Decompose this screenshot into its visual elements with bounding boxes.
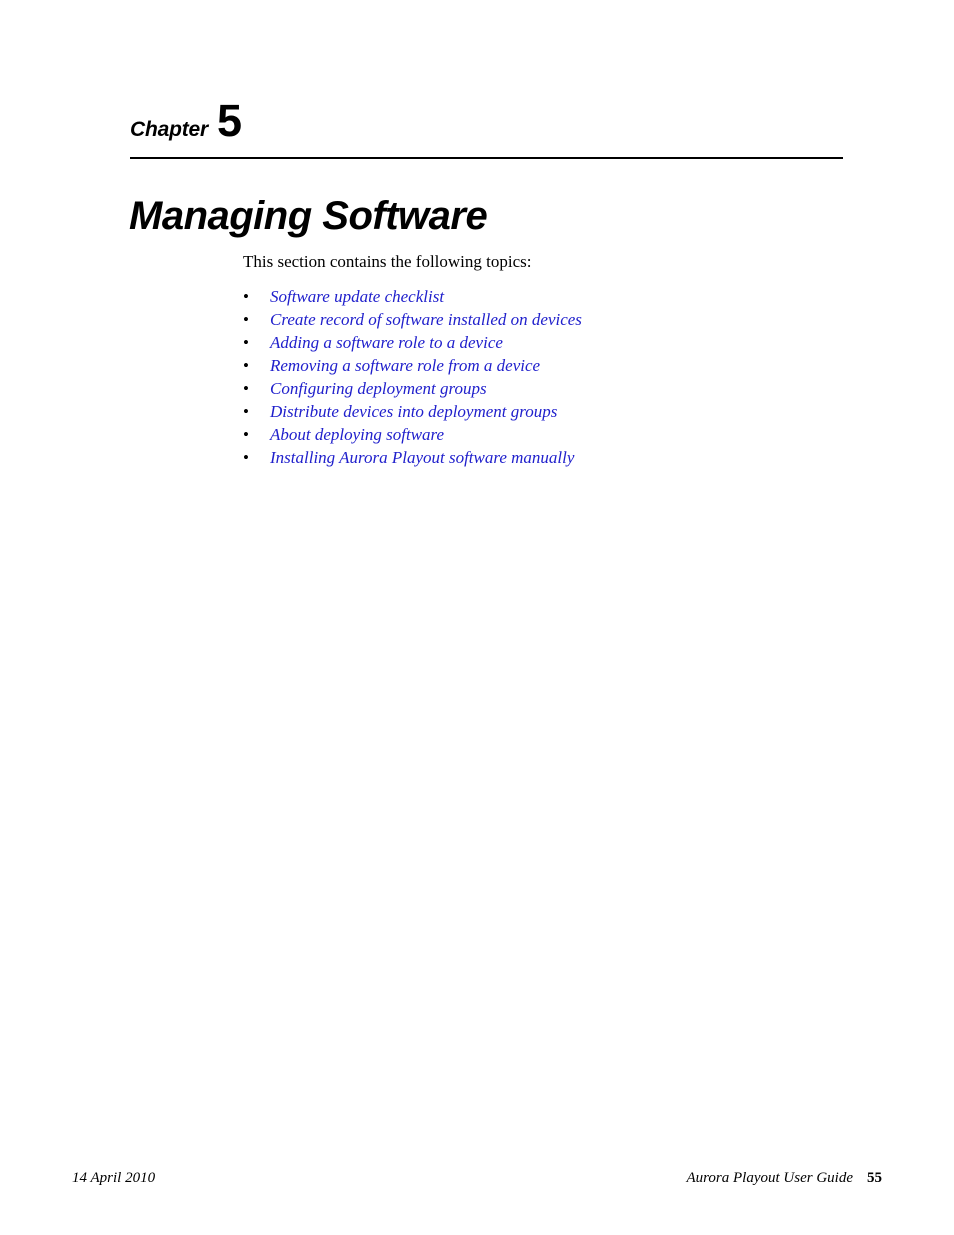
bullet-icon: • [243,310,249,329]
list-item: • About deploying software [243,423,863,446]
list-item: • Software update checklist [243,285,863,308]
bullet-icon: • [243,425,249,444]
document-page: Chapter 5 Managing Software This section… [0,0,954,1235]
list-item: • Removing a software role from a device [243,354,863,377]
topic-link[interactable]: Removing a software role from a device [270,356,540,375]
list-item: • Installing Aurora Playout software man… [243,446,863,469]
bullet-icon: • [243,402,249,421]
page-footer: 14 April 2010 Aurora Playout User Guide … [72,1170,882,1187]
footer-right-group: Aurora Playout User Guide 55 [686,1170,882,1187]
intro-paragraph: This section contains the following topi… [243,252,532,271]
footer-guide-title: Aurora Playout User Guide [686,1170,853,1186]
page-number: 55 [867,1170,882,1186]
list-item: • Adding a software role to a device [243,331,863,354]
footer-date: 14 April 2010 [72,1170,156,1186]
bullet-icon: • [243,287,249,306]
topic-link[interactable]: Software update checklist [270,287,444,306]
topic-link[interactable]: Distribute devices into deployment group… [270,402,557,421]
bullet-icon: • [243,356,249,375]
title-divider [130,157,843,159]
topic-list: • Software update checklist • Create rec… [243,285,863,469]
chapter-eyebrow: Chapter 5 [130,98,242,143]
bullet-icon: • [243,379,249,398]
page-title: Managing Software [129,193,488,238]
content-body: This section contains the following topi… [243,251,863,469]
bullet-icon: • [243,333,249,352]
chapter-label: Chapter [130,118,208,141]
list-item: • Distribute devices into deployment gro… [243,400,863,423]
list-item: • Configuring deployment groups [243,377,863,400]
topic-link[interactable]: Create record of software installed on d… [270,310,582,329]
list-item: • Create record of software installed on… [243,308,863,331]
topic-link[interactable]: Installing Aurora Playout software manua… [270,448,574,467]
chapter-number: 5 [216,95,242,146]
topic-link[interactable]: Adding a software role to a device [270,333,503,352]
topic-link[interactable]: Configuring deployment groups [270,379,487,398]
topic-link[interactable]: About deploying software [270,425,444,444]
bullet-icon: • [243,448,249,467]
